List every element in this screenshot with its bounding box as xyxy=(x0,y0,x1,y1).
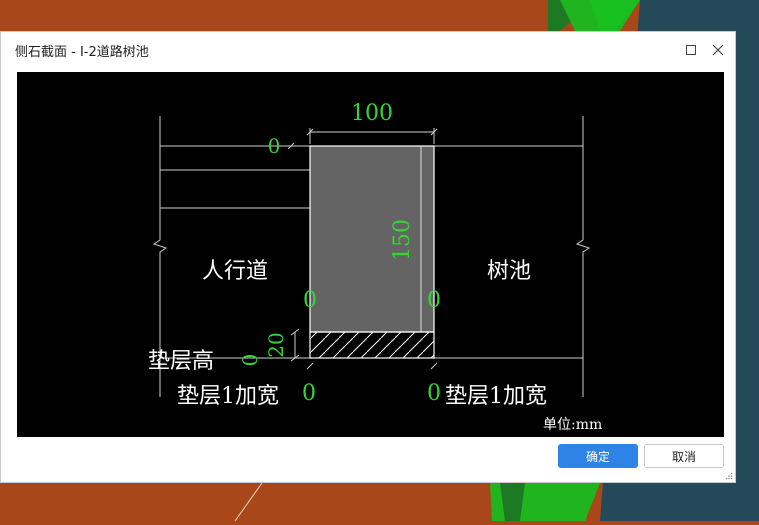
cushion-left-width-label: 垫层1加宽 xyxy=(177,384,279,409)
left-cushion-tick xyxy=(306,362,314,370)
cushion-left-width-value[interactable]: 0 xyxy=(302,381,316,406)
cushion-right-width-value[interactable]: 0 xyxy=(427,381,441,406)
width-dimension-label[interactable]: 100 xyxy=(351,101,393,126)
unit-label: 单位:mm xyxy=(543,417,602,433)
resize-grip-icon[interactable] xyxy=(725,472,733,480)
height-dimension-label[interactable]: 150 xyxy=(390,219,415,261)
close-button[interactable] xyxy=(708,40,728,60)
sidewalk-label: 人行道 xyxy=(202,259,268,284)
close-icon xyxy=(712,44,724,56)
curb-stone xyxy=(309,145,435,333)
right-cushion-tick xyxy=(430,362,438,370)
cushion-height-zero[interactable]: 0 xyxy=(238,354,262,367)
right-offset-value[interactable]: 0 xyxy=(427,288,441,313)
title-bar: 侧石截面 - I-2道路树池 xyxy=(1,32,735,68)
section-dialog: 侧石截面 - I-2道路树池 100 150 0 0 0 20 0 人行道 树池… xyxy=(0,31,736,483)
right-break-line xyxy=(575,116,591,397)
top-offset-value[interactable]: 0 xyxy=(268,134,281,158)
maximize-button[interactable] xyxy=(681,40,701,60)
cancel-button[interactable]: 取消 xyxy=(644,444,724,468)
sidewalk-layers xyxy=(160,145,310,209)
curb-section-canvas: 100 150 0 0 0 20 0 人行道 树池 垫层高 垫层1加宽 0 0 … xyxy=(17,72,724,437)
left-offset-value[interactable]: 0 xyxy=(303,288,317,313)
curb-section-drawing: 100 150 0 0 0 20 0 人行道 树池 垫层高 垫层1加宽 0 0 … xyxy=(148,101,602,433)
cushion-height-dimension xyxy=(290,328,300,362)
cushion-height-value[interactable]: 20 xyxy=(264,332,288,357)
cushion-height-label: 垫层高 xyxy=(148,349,214,374)
tree-pit-label: 树池 xyxy=(487,259,531,284)
cushion-layer xyxy=(309,331,435,359)
window-title: 侧石截面 - I-2道路树池 xyxy=(15,45,149,60)
width-dimension xyxy=(306,128,438,144)
confirm-button[interactable]: 确定 xyxy=(558,444,638,468)
maximize-icon xyxy=(686,45,696,55)
cushion-right-width-label: 垫层1加宽 xyxy=(445,384,547,409)
